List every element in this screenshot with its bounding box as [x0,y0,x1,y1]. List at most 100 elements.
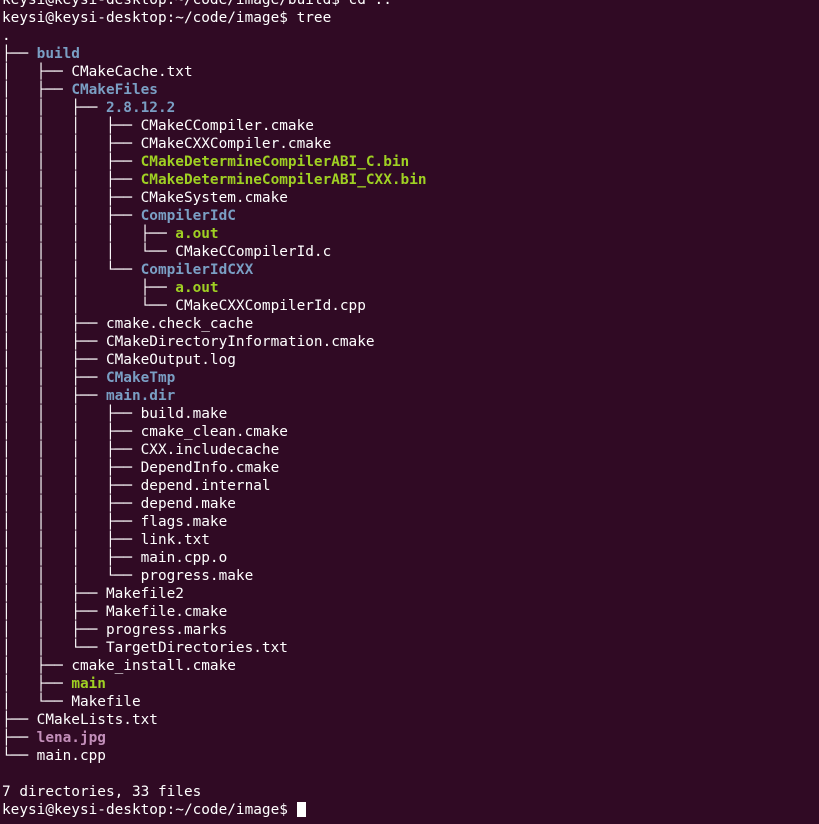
tree-branch-glyph: │ │ ├── [2,370,106,386]
tree-file-name[interactable]: CMakeOutput.log [106,352,236,368]
tree-file-name[interactable]: cmake_install.cmake [71,658,236,674]
tree-branch-glyph: │ └── [2,694,72,710]
tree-file-name[interactable]: CMakeSystem.cmake [141,190,288,206]
tree-branch-glyph: │ │ ├── [2,622,106,638]
tree-branch-glyph: │ │ │ ├── [2,190,141,206]
terminal-window[interactable]: keysi@keysi-desktop:~/code/image/build$ … [0,0,819,824]
tree-line: │ │ │ ├── CMakeCXXCompiler.cmake [2,135,427,153]
tree-branch-glyph: │ │ ├── [2,334,106,350]
tree-line: ├── CMakeLists.txt [2,711,427,729]
tree-line: └── main.cpp [2,747,427,765]
tree-executable-name[interactable]: a.out [175,280,218,296]
tree-file-name[interactable]: CMakeCCompiler.cmake [141,118,314,134]
tree-branch-glyph: │ │ │ ├── [2,154,141,170]
tree-line: │ │ │ ├── CompilerIdC [2,207,427,225]
tree-line: │ │ │ │ ├── a.out [2,225,427,243]
tree-file-name[interactable]: CMakeCXXCompilerId.cpp [175,298,366,314]
tree-line: │ │ │ ├── depend.make [2,495,427,513]
tree-file-name[interactable]: cmake_clean.cmake [141,424,288,440]
tree-line: │ │ │ └── CompilerIdCXX [2,261,427,279]
tree-branch-glyph: │ ├── [2,82,72,98]
tree-line: │ │ ├── cmake.check_cache [2,315,427,333]
tree-line: │ │ ├── Makefile.cmake [2,603,427,621]
tree-line: │ │ ├── CMakeTmp [2,369,427,387]
tree-branch-glyph: │ ├── [2,676,72,692]
tree-file-name[interactable]: TargetDirectories.txt [106,640,288,656]
tree-file-name[interactable]: CMakeCache.txt [71,64,192,80]
tree-directory-name[interactable]: CompilerIdCXX [141,262,254,278]
tree-line: ├── lena.jpg [2,729,427,747]
tree-line: │ │ │ ├── CXX.includecache [2,441,427,459]
tree-line: │ │ ├── 2.8.12.2 [2,99,427,117]
tree-file-name[interactable]: progress.make [141,568,254,584]
tree-file-name[interactable]: main.cpp.o [141,550,228,566]
tree-line: │ │ ├── CMakeDirectoryInformation.cmake [2,333,427,351]
tree-line: │ │ │ ├── cmake_clean.cmake [2,423,427,441]
tree-line: │ │ │ ├── CMakeDetermineCompilerABI_CXX.… [2,171,427,189]
tree-line: │ │ │ ├── CMakeDetermineCompilerABI_C.bi… [2,153,427,171]
tree-executable-name[interactable]: main [71,676,106,692]
tree-directory-name[interactable]: 2.8.12.2 [106,100,175,116]
tree-file-name[interactable]: Makefile.cmake [106,604,227,620]
tree-directory-name[interactable]: CompilerIdC [141,208,236,224]
tree-line: │ │ │ ├── a.out [2,279,427,297]
tree-line: │ │ │ ├── flags.make [2,513,427,531]
tree-file-name[interactable]: DependInfo.cmake [141,460,280,476]
tree-branch-glyph: │ │ │ ├── [2,496,141,512]
tree-branch-glyph: │ │ │ ├── [2,136,141,152]
tree-branch-glyph: │ │ ├── [2,604,106,620]
tree-root-name[interactable]: . [2,28,11,44]
tree-executable-name[interactable]: CMakeDetermineCompilerABI_C.bin [141,154,410,170]
tree-directory-name[interactable]: main.dir [106,388,175,404]
tree-file-name[interactable]: CMakeCCompilerId.c [175,244,331,260]
tree-branch-glyph: │ │ │ ├── [2,442,141,458]
tree-file-name[interactable]: build.make [141,406,228,422]
tree-file-name[interactable]: Makefile2 [106,586,184,602]
tree-line: │ │ │ └── progress.make [2,567,427,585]
tree-executable-name[interactable]: CMakeDetermineCompilerABI_CXX.bin [141,172,427,188]
tree-line: ├── build [2,45,427,63]
tree-file-name[interactable]: depend.make [141,496,236,512]
tree-file-name[interactable]: main.cpp [37,748,106,764]
tree-file-name[interactable]: link.txt [141,532,210,548]
tree-branch-glyph: ├── [2,46,37,62]
tree-directory-name[interactable]: CMakeFiles [71,82,158,98]
tree-branch-glyph: │ │ │ ├── [2,208,141,224]
tree-file-name[interactable]: depend.internal [141,478,271,494]
tree-line: │ │ │ │ └── CMakeCCompilerId.c [2,243,427,261]
tree-file-name[interactable]: Makefile [71,694,140,710]
tree-directory-name[interactable]: build [37,46,80,62]
tree-file-name[interactable]: CXX.includecache [141,442,280,458]
tree-summary-line: 7 directories, 33 files [2,783,427,801]
tree-file-name[interactable]: CMakeCXXCompiler.cmake [141,136,332,152]
tree-executable-name[interactable]: a.out [175,226,218,242]
tree-file-name[interactable]: CMakeLists.txt [37,712,158,728]
tree-branch-glyph: │ │ ├── [2,586,106,602]
tree-file-name[interactable]: CMakeDirectoryInformation.cmake [106,334,375,350]
tree-branch-glyph: │ ├── [2,64,72,80]
command-text: tree [296,10,332,26]
tree-branch-glyph: │ ├── [2,658,72,674]
tree-file-name[interactable]: cmake.check_cache [106,316,253,332]
tree-line: │ ├── CMakeCache.txt [2,63,427,81]
tree-line: . [2,27,427,45]
tree-line: │ │ │ ├── CMakeCCompiler.cmake [2,117,427,135]
tree-line: │ ├── cmake_install.cmake [2,657,427,675]
tree-image-name[interactable]: lena.jpg [37,730,106,746]
tree-directory-name[interactable]: CMakeTmp [106,370,175,386]
tree-branch-glyph: │ │ ├── [2,388,106,404]
final-prompt-line[interactable]: keysi@keysi-desktop:~/code/image$ [2,801,427,819]
tree-line: │ │ │ ├── DependInfo.cmake [2,459,427,477]
tree-line: │ │ ├── CMakeOutput.log [2,351,427,369]
tree-branch-glyph: │ │ │ ├── [2,460,141,476]
tree-line: │ │ ├── Makefile2 [2,585,427,603]
tree-branch-glyph: └── [2,748,37,764]
tree-file-name[interactable]: flags.make [141,514,228,530]
tree-branch-glyph: │ │ │ ├── [2,406,141,422]
clipped-prompt-text: keysi@keysi-desktop:~/code/image/build$ … [2,0,392,8]
tree-line: │ │ │ ├── CMakeSystem.cmake [2,189,427,207]
tree-branch-glyph: ├── [2,730,37,746]
tree-file-name[interactable]: progress.marks [106,622,227,638]
tree-line: │ │ ├── progress.marks [2,621,427,639]
tree-branch-glyph: ├── [2,712,37,728]
